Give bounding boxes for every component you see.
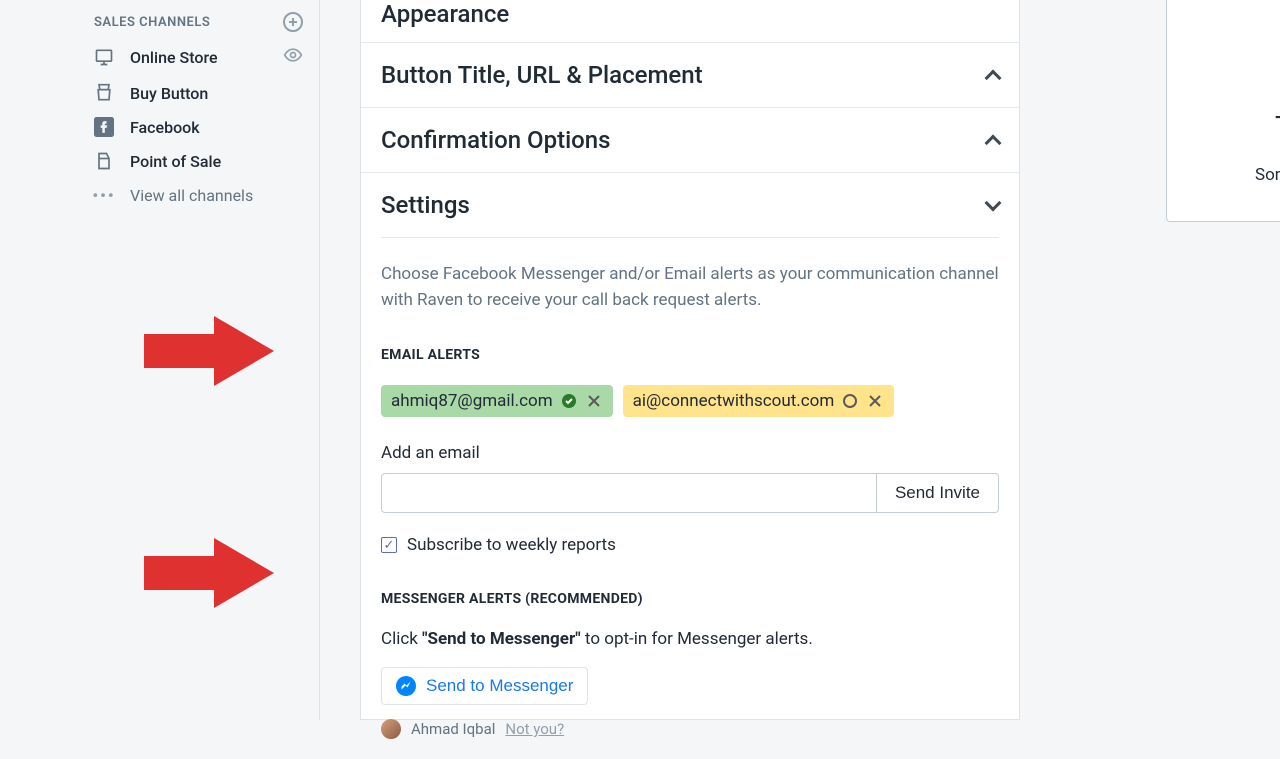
right-panel-big-text: T — [1275, 110, 1280, 143]
section-title: Confirmation Options — [381, 126, 611, 154]
right-panel-fragment: T Som — [1166, 0, 1280, 222]
sales-channels-header: SALES CHANNELS — [80, 6, 319, 38]
pos-icon — [94, 151, 114, 171]
chevron-up-icon — [985, 70, 1002, 87]
chevron-down-icon — [985, 195, 1002, 212]
sidebar-item-label: Buy Button — [130, 84, 303, 103]
user-name: Ahmad Iqbal — [411, 720, 495, 738]
email-address: ahmiq87@gmail.com — [391, 391, 553, 411]
remove-email-icon[interactable] — [585, 392, 603, 410]
section-title: Button Title, URL & Placement — [381, 61, 703, 89]
add-email-input[interactable] — [381, 473, 877, 513]
email-chips: ahmiq87@gmail.com ai@connectwithscout.co… — [381, 385, 999, 417]
messenger-alerts-heading: MESSENGER ALERTS (RECOMMENDED) — [381, 591, 999, 607]
preview-icon[interactable] — [283, 45, 303, 69]
sales-channels-title: SALES CHANNELS — [94, 15, 210, 30]
verified-icon — [561, 393, 577, 409]
email-chip: ai@connectwithscout.com — [623, 385, 895, 417]
email-address: ai@connectwithscout.com — [633, 391, 835, 411]
add-email-row: Send Invite — [381, 473, 999, 513]
add-email-label: Add an email — [381, 443, 999, 463]
section-confirmation[interactable]: Confirmation Options — [361, 108, 1019, 173]
settings-card: Appearance Button Title, URL & Placement… — [360, 0, 1020, 720]
subscribe-label: Subscribe to weekly reports — [407, 535, 616, 555]
sidebar-item-label: Point of Sale — [130, 152, 303, 171]
subscribe-checkbox-row[interactable]: ✓ Subscribe to weekly reports — [381, 535, 999, 555]
sidebar-item-label: Online Store — [130, 48, 267, 67]
settings-body: Choose Facebook Messenger and/or Email a… — [361, 237, 1019, 759]
remove-email-icon[interactable] — [866, 392, 884, 410]
sidebar-item-label: View all channels — [130, 186, 303, 205]
add-channel-icon[interactable] — [283, 12, 303, 32]
facebook-icon — [94, 117, 114, 137]
messenger-icon — [396, 676, 416, 696]
checkbox-icon: ✓ — [381, 537, 397, 553]
send-invite-button[interactable]: Send Invite — [877, 473, 999, 513]
section-button-title[interactable]: Button Title, URL & Placement — [361, 43, 1019, 108]
chevron-up-icon — [985, 135, 1002, 152]
messenger-user-row: Ahmad Iqbal Not you? — [381, 719, 999, 739]
messenger-button-label: Send to Messenger — [426, 676, 573, 696]
sidebar: SALES CHANNELS Online Store Buy Button F… — [80, 0, 320, 720]
right-panel-small-text: Som — [1255, 165, 1280, 185]
online-store-icon — [94, 47, 114, 67]
sidebar-item-label: Facebook — [130, 118, 303, 137]
sidebar-item-facebook[interactable]: Facebook — [80, 110, 319, 144]
section-settings[interactable]: Settings — [361, 173, 1019, 237]
send-to-messenger-button[interactable]: Send to Messenger — [381, 667, 588, 705]
email-chip: ahmiq87@gmail.com — [381, 385, 613, 417]
sidebar-item-buy-button[interactable]: Buy Button — [80, 76, 319, 110]
more-icon: ••• — [94, 185, 114, 205]
buy-button-icon — [94, 83, 114, 103]
sidebar-item-pos[interactable]: Point of Sale — [80, 144, 319, 178]
not-you-link[interactable]: Not you? — [505, 720, 564, 738]
avatar — [381, 719, 401, 739]
divider — [381, 237, 999, 238]
section-title: Settings — [381, 191, 470, 219]
section-title: Appearance — [381, 0, 509, 28]
email-alerts-heading: EMAIL ALERTS — [381, 347, 999, 363]
pending-icon — [842, 393, 858, 409]
sidebar-item-online-store[interactable]: Online Store — [80, 38, 319, 76]
sidebar-item-view-all[interactable]: ••• View all channels — [80, 178, 319, 212]
messenger-instruction: Click "Send to Messenger" to opt-in for … — [381, 629, 999, 649]
section-appearance[interactable]: Appearance — [361, 0, 1019, 43]
settings-description: Choose Facebook Messenger and/or Email a… — [381, 262, 999, 313]
